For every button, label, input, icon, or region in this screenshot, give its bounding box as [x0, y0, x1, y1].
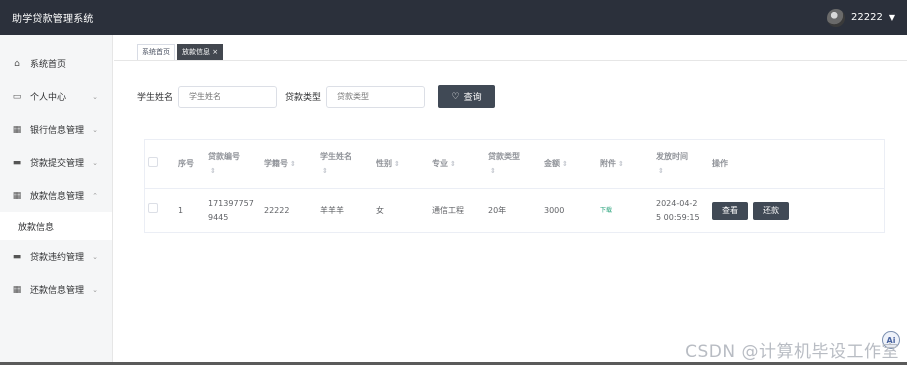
cell-amount: 3000 — [544, 205, 565, 215]
app-title: 助学贷款管理系统 — [12, 14, 94, 25]
chevron-down-icon: ⌄ — [92, 285, 98, 294]
table-header-row: 序号 贷款编号 ⇕ 学籍号 ⇕ 学生姓名 ⇕ 性别 ⇕ 专业 ⇕ 贷款类型 ⇕ 金额 ⇕ 附件… — [145, 140, 884, 189]
cell-actions: 查看 还款 — [709, 201, 829, 220]
message-icon: ▬ — [12, 251, 22, 262]
cell-gender: 女 — [376, 205, 384, 215]
grid-icon: ▦ — [12, 284, 22, 295]
top-navbar: 助学贷款管理系统 22222 ▼ — [0, 0, 907, 35]
sidebar-item-personal-center[interactable]: ▭ 个人中心 ⌄ — [0, 80, 112, 113]
username[interactable]: 22222 — [851, 12, 883, 23]
cell-issue-time: 2024-04-2 5 00:59:15 — [656, 198, 700, 222]
cell-student-name: 羊羊羊 — [320, 205, 344, 215]
heart-icon: ♡ — [451, 91, 460, 102]
sidebar-item-label: 系统首页 — [30, 60, 67, 70]
chevron-down-icon: ⌄ — [92, 252, 98, 261]
sort-icon[interactable]: ⇕ — [450, 160, 456, 168]
sidebar-item-repayment[interactable]: ▦ 还款信息管理 ⌄ — [0, 273, 112, 306]
header-actions: 操作 — [712, 159, 728, 168]
cell-student-no: 22222 — [264, 205, 290, 215]
sort-icon[interactable]: ⇕ — [490, 167, 496, 175]
sidebar-subitem-disbursement-info[interactable]: 放款信息 — [0, 212, 112, 240]
sidebar-item-loan-submission[interactable]: ▬ 贷款提交管理 ⌄ — [0, 146, 112, 179]
cell-attachment: 下载 — [597, 203, 653, 218]
search-button-label: 查询 — [463, 93, 482, 103]
loan-type-label: 贷款类型 — [285, 93, 322, 103]
sidebar-item-label: 银行信息管理 — [30, 126, 85, 136]
chevron-down-icon: ⌄ — [92, 92, 98, 101]
header-gender[interactable]: 性别 ⇕ — [373, 157, 429, 171]
sidebar-item-label: 放款信息管理 — [30, 192, 85, 202]
sidebar-subitem-label: 放款信息 — [18, 222, 55, 233]
sidebar-item-loan-default[interactable]: ▬ 贷款违约管理 ⌄ — [0, 240, 112, 273]
header-attachment[interactable]: 附件 ⇕ — [597, 157, 653, 171]
download-link[interactable]: 下载 — [600, 207, 612, 214]
cell-loan-no: 171397757 9445 — [208, 198, 254, 222]
sidebar-item-disbursement[interactable]: ▦ 放款信息管理 ⌃ — [0, 179, 112, 212]
sidebar-item-label: 贷款提交管理 — [30, 159, 85, 169]
row-checkbox-cell — [145, 203, 175, 218]
student-name-label: 学生姓名 — [137, 93, 174, 103]
table-row: 1 171397757 9445 22222 羊羊羊 女 通信工程 20年 300… — [145, 189, 884, 232]
document-icon: ▬ — [12, 157, 22, 168]
tab-divider — [114, 60, 907, 61]
repay-button[interactable]: 还款 — [753, 201, 789, 220]
loan-type-input[interactable] — [326, 85, 426, 108]
sidebar-item-label: 还款信息管理 — [30, 286, 85, 296]
search-button[interactable]: ♡ 查询 — [438, 85, 496, 108]
chevron-up-icon: ⌃ — [92, 191, 98, 200]
cell-loan-type: 20年 — [488, 205, 507, 215]
sort-icon[interactable]: ⇕ — [322, 167, 328, 175]
sidebar-item-label: 个人中心 — [30, 93, 67, 103]
sort-icon[interactable]: ⇕ — [210, 167, 216, 175]
search-bar: 学生姓名 贷款类型 ♡ 查询 — [137, 85, 496, 108]
header-student-name[interactable]: 学生姓名 ⇕ — [317, 150, 373, 178]
sort-icon[interactable]: ⇕ — [394, 160, 400, 168]
view-button[interactable]: 查看 — [712, 201, 748, 220]
header-loan-type[interactable]: 贷款类型 ⇕ — [485, 150, 541, 178]
header-student-no[interactable]: 学籍号 ⇕ — [261, 157, 317, 171]
sidebar: ⌂ 系统首页 ▭ 个人中心 ⌄ ▦ 银行信息管理 ⌄ ▬ 贷款提交管理 ⌄ ▦ … — [0, 35, 113, 365]
student-name-input[interactable] — [178, 85, 278, 108]
watermark: CSDN @计算机毕设工作室 — [685, 342, 899, 362]
cell-major: 通信工程 — [432, 205, 464, 215]
header-loan-no[interactable]: 贷款编号 ⇕ — [205, 150, 261, 178]
header-checkbox-cell — [145, 156, 175, 172]
tab-home[interactable]: 系统首页 — [137, 44, 175, 61]
row-checkbox[interactable] — [148, 203, 158, 213]
cell-index: 1 — [178, 205, 184, 215]
user-menu[interactable]: 22222 ▼ — [827, 8, 895, 27]
tab-bar: 系统首页 放款信息 × — [137, 44, 224, 61]
sort-icon[interactable]: ⇕ — [290, 160, 296, 168]
main-content: 系统首页 放款信息 × 学生姓名 贷款类型 ♡ 查询 序号 贷款编号⇕ 学籍号⇕… — [114, 35, 907, 365]
sidebar-item-bank-info[interactable]: ▦ 银行信息管理 ⌄ — [0, 113, 112, 146]
chevron-down-icon: ⌄ — [92, 125, 98, 134]
tab-disbursement-info[interactable]: 放款信息 × — [177, 44, 224, 61]
sidebar-item-label: 贷款违约管理 — [30, 253, 85, 263]
sort-icon[interactable]: ⇕ — [658, 167, 664, 175]
disbursement-table: 序号 贷款编号 ⇕ 学籍号 ⇕ 学生姓名 ⇕ 性别 ⇕ 专业 ⇕ 贷款类型 ⇕ 金额 ⇕ 附件… — [144, 139, 885, 233]
user-card-icon: ▭ — [12, 91, 22, 102]
header-major[interactable]: 专业 ⇕ — [429, 157, 485, 171]
header-amount[interactable]: 金额 ⇕ — [541, 157, 597, 171]
sort-icon[interactable]: ⇕ — [562, 160, 568, 168]
sidebar-item-home[interactable]: ⌂ 系统首页 — [0, 47, 112, 80]
sort-icon[interactable]: ⇕ — [618, 160, 624, 168]
chevron-down-icon: ⌄ — [92, 158, 98, 167]
home-icon: ⌂ — [14, 58, 20, 69]
header-issue-time[interactable]: 发放时间 ⇕ — [653, 150, 709, 178]
header-index: 序号 — [178, 159, 194, 168]
select-all-checkbox[interactable] — [148, 156, 158, 167]
caret-down-icon[interactable]: ▼ — [889, 13, 895, 22]
grid-icon: ▦ — [12, 190, 22, 201]
avatar[interactable] — [827, 8, 846, 27]
grid-icon: ▦ — [12, 124, 22, 135]
